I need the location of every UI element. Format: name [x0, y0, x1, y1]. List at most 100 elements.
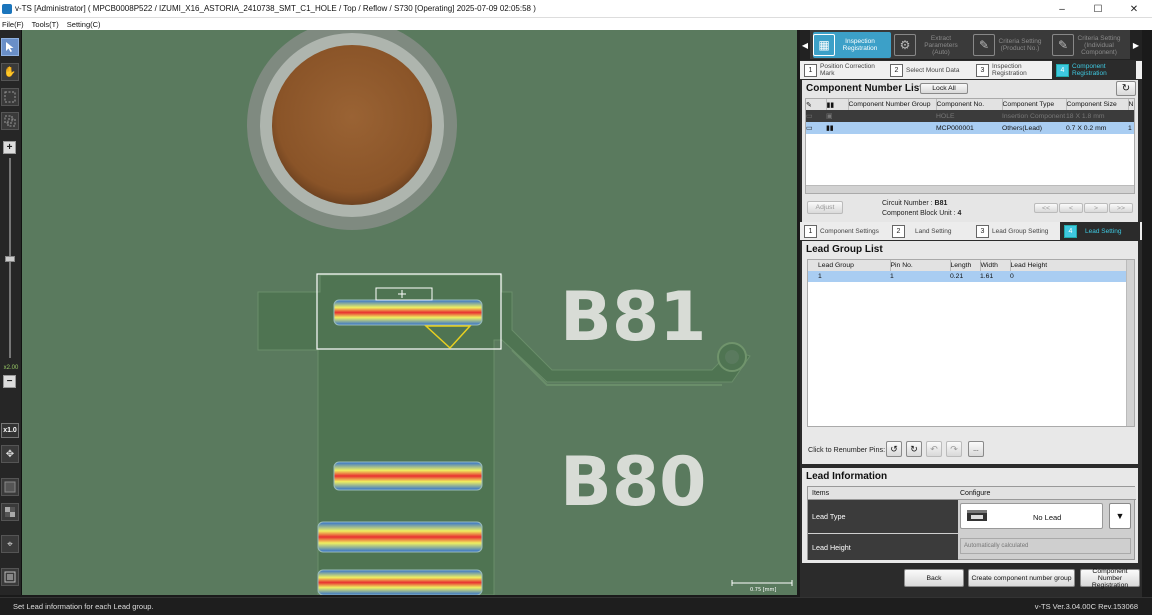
- maximize-button[interactable]: ☐: [1080, 0, 1116, 18]
- component-table: ✎ ▮▮ Component Number Group Component No…: [805, 98, 1135, 194]
- lock-column-header: ▮▮: [826, 99, 849, 110]
- configure-header: Configure: [960, 490, 991, 497]
- block-unit-label: Component Block Unit :: [882, 210, 956, 217]
- substep-component-registration[interactable]: 4 Component Registration: [1052, 61, 1136, 79]
- cell-component-size: 18 X 1.8 mm: [1066, 112, 1105, 120]
- checker-view-button[interactable]: [1, 503, 19, 521]
- substep-number: 3: [976, 224, 989, 238]
- toggle-view-button[interactable]: [1, 478, 19, 496]
- crosshair-icon: ⌖: [7, 538, 13, 550]
- substep-lead-group-setting[interactable]: 3 Lead Group Setting: [976, 224, 1060, 238]
- substep-position-correction[interactable]: 1 Position Correction Mark: [804, 63, 886, 77]
- lock-all-button[interactable]: Lock All: [920, 83, 968, 94]
- substep-number: 2: [890, 63, 903, 77]
- gear-icon: ⚙: [894, 34, 916, 56]
- row-edit-icon: ▭: [806, 125, 813, 132]
- redo-renumber-button[interactable]: ↷: [946, 441, 962, 457]
- edit-grid-icon: ✎: [1052, 34, 1074, 56]
- substep-label: Lead Setting: [1085, 227, 1122, 235]
- menu-file[interactable]: File(F): [2, 20, 24, 29]
- adjust-button[interactable]: Adjust: [807, 201, 843, 214]
- component-list-title: Component Number List: [806, 83, 923, 94]
- lead-type-dropdown-button[interactable]: ▼: [1109, 503, 1131, 529]
- column-header: Lead Height: [1010, 260, 1128, 271]
- wizard-step-label: Inspection Registration: [842, 38, 878, 52]
- undo-renumber-button[interactable]: ↶: [926, 441, 942, 457]
- close-button[interactable]: ✕: [1116, 0, 1152, 18]
- zoom-out-button[interactable]: −: [3, 375, 16, 388]
- column-header: Component Type: [1002, 99, 1067, 110]
- wizard-step-label: Criteria Setting (Product No.): [998, 38, 1042, 52]
- menu-tools[interactable]: Tools(T): [32, 20, 59, 29]
- multi-rect-icon: [4, 115, 16, 127]
- circuit-number-label: Circuit Number :: [882, 200, 933, 207]
- more-options-button[interactable]: ...: [968, 441, 984, 457]
- center-view-button[interactable]: ✥: [1, 445, 19, 463]
- status-bar: Set Lead information for each Lead group…: [0, 597, 1152, 615]
- multi-select-button[interactable]: [1, 112, 19, 130]
- substep-land-setting[interactable]: 2 Land Setting: [892, 224, 972, 238]
- component-registration-button[interactable]: Component Number Registration: [1080, 568, 1140, 589]
- horizontal-scrollbar[interactable]: [806, 185, 1134, 193]
- cell-component-type: Insertion Component: [1002, 112, 1066, 120]
- wizard-next-button[interactable]: ▶: [1130, 30, 1142, 60]
- inspection-image-canvas[interactable]: B81 B80 0.75 [mm]: [22, 30, 797, 595]
- table-row[interactable]: ▭ ▣ HOLE Insertion Component 18 X 1.8 mm: [806, 110, 1134, 122]
- create-group-button[interactable]: Create component number group: [968, 569, 1075, 587]
- next-page-button[interactable]: >: [1084, 203, 1108, 213]
- wizard-step-criteria-individual[interactable]: ✎ Criteria Setting (Individual Component…: [1052, 32, 1130, 58]
- pan-tool-button[interactable]: ✋: [1, 63, 19, 81]
- substep-lead-setting[interactable]: 4 Lead Setting: [1060, 222, 1140, 240]
- zoom-slider-knob[interactable]: [5, 256, 15, 262]
- pointer-tool-button[interactable]: [1, 38, 19, 56]
- refresh-button[interactable]: ↻: [1116, 81, 1136, 96]
- dashed-rect-icon: [4, 91, 16, 103]
- cell-lead-height: 0: [1010, 273, 1014, 280]
- wizard-step-extract-parameters[interactable]: ⚙ Extract Parameters (Auto): [894, 32, 972, 58]
- lead-type-field[interactable]: No Lead: [960, 503, 1103, 529]
- block-unit-row: Component Block Unit : 4: [882, 210, 961, 217]
- substep-select-mount-data[interactable]: 2 Select Mount Data: [890, 63, 972, 77]
- column-header: N: [1128, 101, 1134, 108]
- grid-icon: ▦: [813, 34, 835, 56]
- substep-label: Component Registration: [1072, 63, 1107, 77]
- zoom-reset-button[interactable]: x1.0: [1, 423, 19, 438]
- lead-group-title: Lead Group List: [806, 244, 883, 255]
- prev-page-button[interactable]: <: [1059, 203, 1083, 213]
- table-row-selected[interactable]: 1 1 0.21 1.61 0: [808, 271, 1128, 282]
- column-header: Length: [950, 260, 981, 271]
- rotate-left-button[interactable]: ↺: [886, 441, 902, 457]
- substep-number: 4: [1064, 224, 1077, 238]
- wizard-step-inspection-registration[interactable]: ▦ Inspection Registration: [813, 32, 891, 58]
- vertical-scrollbar[interactable]: [1126, 260, 1134, 426]
- lead-height-field: Automatically calculated: [960, 538, 1131, 554]
- wizard-step-criteria-product[interactable]: ✎ Criteria Setting (Product No.): [973, 32, 1051, 58]
- lead-group-table: Lead Group Pin No. Length Width Lead Hei…: [807, 259, 1135, 427]
- rotate-right-button[interactable]: ↻: [906, 441, 922, 457]
- component-list-panel: Component Number List Lock All ↻ ✎ ▮▮ Co…: [802, 80, 1138, 224]
- back-button[interactable]: Back: [904, 569, 964, 587]
- cell-component-type: Others(Lead): [1002, 124, 1043, 132]
- substep-number: 1: [804, 63, 817, 77]
- circuit-number-value: B81: [934, 200, 948, 207]
- row-lock-icon: ▣: [826, 113, 833, 120]
- last-page-button[interactable]: >>: [1109, 203, 1133, 213]
- lead-info-header: Items Configure: [808, 487, 1136, 500]
- menu-setting[interactable]: Setting(C): [67, 20, 101, 29]
- wizard-prev-button[interactable]: ◀: [800, 30, 810, 60]
- substep-component-settings[interactable]: 1 Component Settings: [804, 224, 888, 238]
- zoom-in-button[interactable]: +: [3, 141, 16, 154]
- lead-group-panel: Lead Group List Lead Group Pin No. Lengt…: [802, 241, 1138, 464]
- wizard-step-label: Criteria Setting (Individual Component): [1077, 34, 1121, 56]
- layout-button[interactable]: [1, 568, 19, 586]
- substep-inspection-registration[interactable]: 3 Inspection Registration: [976, 63, 1052, 77]
- minimize-button[interactable]: –: [1044, 0, 1080, 18]
- first-page-button[interactable]: <<: [1034, 203, 1058, 213]
- cell-lead-group: 1: [818, 273, 822, 280]
- table-row-selected[interactable]: ▭ ▮▮ MCP000001 Others(Lead) 0.7 X 0.2 mm…: [806, 122, 1134, 134]
- substep-label: Land Setting: [915, 227, 952, 235]
- fit-view-button[interactable]: ⌖: [1, 535, 19, 553]
- substep-number: 3: [976, 63, 989, 77]
- cell-pin-no: 1: [890, 273, 894, 280]
- select-area-button[interactable]: [1, 88, 19, 106]
